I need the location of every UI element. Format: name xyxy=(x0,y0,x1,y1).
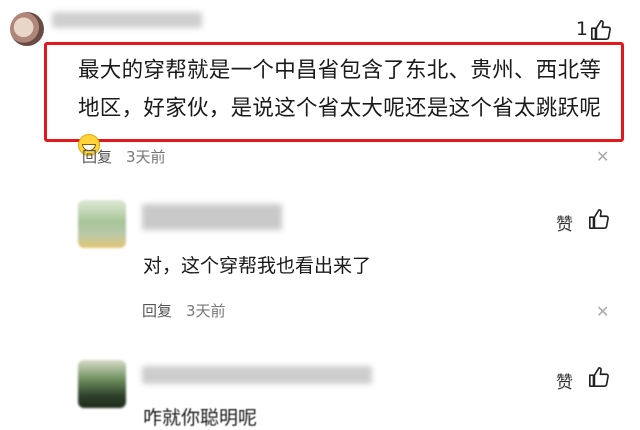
like-label[interactable]: 赞 xyxy=(556,368,573,393)
reply-row: 回复 3天前 xyxy=(142,300,226,321)
avatar[interactable] xyxy=(10,12,44,46)
username-blurred xyxy=(52,12,202,28)
close-icon[interactable]: ✕ xyxy=(596,302,609,321)
timestamp: 3天前 xyxy=(186,302,226,320)
comment-text: 对，这个穿帮我也看出来了 xyxy=(143,255,372,277)
avatar[interactable] xyxy=(78,360,126,408)
thumbs-up-icon[interactable] xyxy=(588,365,610,389)
close-icon[interactable]: ✕ xyxy=(596,147,609,166)
reply-button[interactable]: 回复 xyxy=(142,302,172,320)
comment-text: 咋就你聪明呢 xyxy=(143,407,258,429)
username-blurred xyxy=(142,204,282,230)
avatar[interactable] xyxy=(78,200,126,248)
reply-button[interactable]: 回复 xyxy=(82,148,112,166)
timestamp: 3天前 xyxy=(126,148,166,166)
like-count: 1 xyxy=(575,18,588,40)
comment-body: 最大的穿帮就是一个中昌省包含了东北、贵州、西北等地区，好家伙，是说这个省太大呢还… xyxy=(78,58,602,121)
thumbs-up-icon[interactable] xyxy=(588,207,610,231)
username-blurred xyxy=(142,366,372,384)
reply-row: 回复 3天前 xyxy=(82,146,166,167)
thumbs-up-icon[interactable] xyxy=(590,18,612,42)
like-label[interactable]: 赞 xyxy=(556,210,573,235)
